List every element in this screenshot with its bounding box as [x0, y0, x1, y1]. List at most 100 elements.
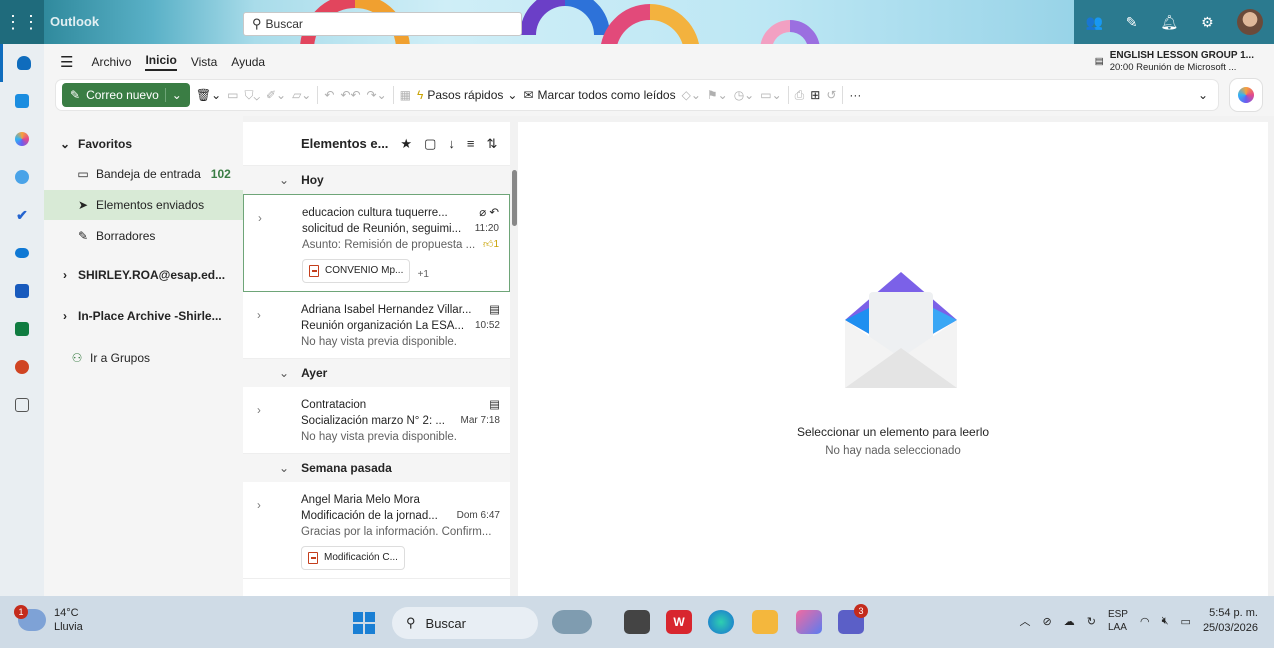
edge-browser-icon[interactable] — [708, 610, 734, 634]
bell-icon[interactable]: 🔔︎ — [1160, 14, 1178, 31]
onedrive-app-icon[interactable] — [0, 234, 44, 272]
favorites-header[interactable]: ⌄ Favoritos — [44, 129, 243, 159]
flag-icon[interactable]: ⚑⌄ — [707, 88, 728, 102]
list-item[interactable]: › educacion cultura tuquerre... ⌀ ↶ solic… — [243, 194, 510, 292]
move-icon[interactable]: ▱⌄ — [292, 88, 311, 102]
tab-vista[interactable]: Vista — [191, 55, 217, 69]
archive-folder[interactable]: › In-Place Archive -Shirle... — [44, 301, 243, 331]
clock[interactable]: 5:54 p. m. 25/03/2026 — [1203, 606, 1258, 636]
app-rail: ✔ — [0, 44, 44, 596]
mark-all-read-button[interactable]: ✉ Marcar todos como leídos — [523, 88, 675, 102]
copilot-button[interactable] — [1230, 79, 1262, 111]
bluetooth-off-icon[interactable]: ⊘ — [1043, 615, 1052, 628]
top-icons: 👥 ✎ 🔔︎ ⚙ — [1074, 0, 1274, 44]
todo-app-icon[interactable]: ✔ — [0, 196, 44, 234]
tab-archivo[interactable]: Archivo — [91, 55, 131, 69]
upcoming-meeting[interactable]: ▤ ENGLISH LESSON GROUP 1... 20:00 Reunió… — [1095, 50, 1254, 74]
chevron-right-icon[interactable]: › — [257, 498, 261, 514]
sort-icon[interactable]: ⇅ — [486, 136, 497, 152]
onedrive-icon[interactable]: ☁ — [1064, 615, 1075, 628]
reply-all-icon[interactable]: ↶↶ — [340, 88, 360, 102]
star-icon[interactable]: ★ — [400, 136, 412, 152]
taskbar-search-label: Buscar — [425, 615, 466, 631]
people-app-icon[interactable] — [0, 158, 44, 196]
folder-drafts[interactable]: ✎ Borradores — [44, 221, 243, 251]
windows-start-icon[interactable] — [353, 612, 375, 634]
report-icon[interactable]: ⛉⌄ — [244, 88, 259, 103]
wifi-icon[interactable]: ◠ — [1140, 615, 1150, 628]
menu-icon[interactable]: ☰ — [60, 53, 73, 71]
wps-office-icon[interactable]: W — [666, 610, 692, 634]
feedback-icon[interactable]: ✎ — [1126, 14, 1138, 31]
clock-icon[interactable]: ◷⌄ — [734, 88, 755, 102]
file-explorer-icon[interactable] — [752, 610, 778, 634]
list-item[interactable]: › Angel Maria Melo Mora Modificación de … — [243, 482, 510, 579]
rules-icon[interactable]: ▭⌄ — [760, 88, 781, 102]
weather-temp: 14°C — [54, 607, 79, 619]
mail-app-icon[interactable] — [0, 44, 44, 82]
groups-link[interactable]: ⚇ Ir a Grupos — [44, 343, 243, 373]
task-view-icon[interactable] — [624, 610, 650, 634]
group-header-today[interactable]: ⌄ Hoy — [243, 166, 510, 194]
new-mail-button[interactable]: ✎ Correo nuevo ⌄ — [62, 83, 190, 107]
teams-icon[interactable]: 3 — [838, 604, 868, 634]
avatar[interactable] — [1236, 9, 1263, 35]
weather-widget[interactable]: 1 14°C Lluvia — [14, 605, 83, 634]
undo-icon[interactable]: ↺ — [826, 88, 836, 102]
meeting-subtitle: 20:00 Reunión de Microsoft ... — [1109, 62, 1237, 73]
jump-icon[interactable]: ↓ — [448, 136, 455, 151]
app-launcher-icon[interactable]: ⋮⋮ — [0, 0, 44, 44]
copilot-app-icon[interactable] — [0, 120, 44, 158]
photos-icon[interactable] — [796, 610, 822, 634]
calendar-app-icon[interactable] — [0, 82, 44, 120]
forward-icon[interactable]: ↷⌄ — [367, 88, 387, 102]
reply-icon[interactable]: ↶ — [324, 88, 334, 102]
sync-icon[interactable]: ↻ — [1087, 615, 1096, 628]
group-header-yesterday[interactable]: ⌄ Ayer — [243, 359, 510, 387]
attachment-chip[interactable]: Modificación C... — [301, 546, 405, 570]
print-icon[interactable]: ⎙ — [795, 88, 805, 103]
more-attachments[interactable]: +1 — [418, 269, 429, 280]
account-folder[interactable]: › SHIRLEY.ROA@esap.ed... — [44, 260, 243, 290]
tab-ayuda[interactable]: Ayuda — [231, 55, 265, 69]
compose-icon: ✎ — [70, 88, 81, 102]
list-item[interactable]: › Contratacion ▤ Socialización marzo N° 2… — [243, 387, 510, 454]
archive-icon[interactable]: ▭ — [227, 88, 238, 102]
tab-inicio[interactable]: Inicio — [145, 53, 177, 71]
list-item[interactable]: › Adriana Isabel Hernandez Villar... ▤ Re… — [243, 292, 510, 359]
teams-share-icon[interactable]: ▦ — [400, 88, 411, 102]
excel-app-icon[interactable] — [0, 310, 44, 348]
powerpoint-app-icon[interactable] — [0, 348, 44, 386]
sweep-icon[interactable]: ✐⌄ — [266, 88, 286, 102]
message-list-scrollbar[interactable] — [512, 170, 517, 226]
search-highlight-icon[interactable] — [552, 610, 592, 634]
taskbar-search[interactable]: ⚲ Buscar — [392, 607, 538, 639]
filter-icon[interactable]: ≡ — [467, 136, 475, 151]
apps-icon[interactable]: ⊞ — [810, 88, 820, 102]
gear-icon[interactable]: ⚙ — [1201, 14, 1214, 31]
more-options-button[interactable]: ··· — [849, 88, 861, 102]
delete-icon[interactable]: 🗑︎⌄ — [196, 88, 221, 102]
attachment-chip[interactable]: CONVENIO Mp... — [302, 259, 411, 283]
volume-muted-icon[interactable]: 🔇︎ — [1162, 615, 1169, 628]
search-input[interactable]: ⚲ Buscar — [243, 12, 522, 36]
quick-steps-button[interactable]: ϟ Pasos rápidos ⌄ — [417, 88, 517, 102]
tag-icon[interactable]: ◇⌄ — [682, 88, 701, 102]
chevron-down-icon[interactable]: ⌄ — [164, 88, 182, 102]
language-indicator[interactable]: ESP LAA — [1108, 608, 1128, 634]
group-header-last-week[interactable]: ⌄ Semana pasada — [243, 454, 510, 482]
word-app-icon[interactable] — [0, 272, 44, 310]
folder-sent[interactable]: ➤ Elementos enviados — [44, 190, 243, 220]
chevron-down-icon[interactable]: ⌄ — [1198, 88, 1208, 102]
chevron-right-icon: › — [63, 268, 67, 282]
chevron-right-icon[interactable]: › — [257, 308, 261, 324]
select-icon[interactable]: ▢ — [424, 136, 436, 152]
teams-icon[interactable]: 👥 — [1085, 14, 1102, 31]
battery-icon[interactable]: ▭ — [1181, 615, 1191, 628]
folder-inbox[interactable]: ▭ Bandeja de entrada 102 — [44, 159, 243, 189]
chevron-right-icon[interactable]: › — [257, 403, 261, 419]
more-apps-icon[interactable] — [0, 386, 44, 424]
send-icon: ➤ — [77, 198, 89, 212]
chevron-up-icon[interactable]: ︿ — [1020, 613, 1031, 629]
chevron-right-icon[interactable]: › — [258, 211, 262, 227]
